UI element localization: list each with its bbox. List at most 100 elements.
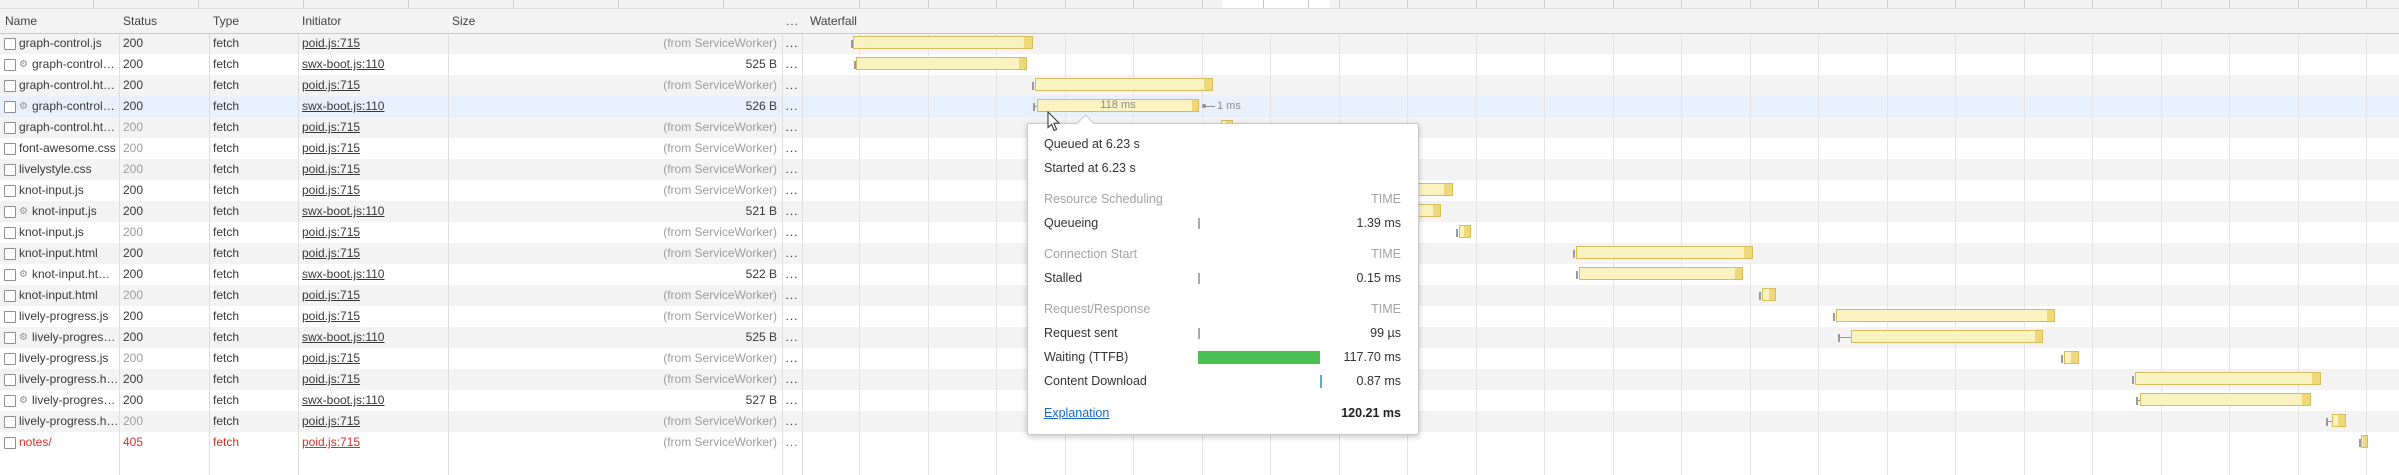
request-name-cell[interactable]: ⚙graph-control… [0, 96, 117, 117]
table-row[interactable]: ⚙graph-control…200fetchswx-boot.js:11052… [0, 54, 2399, 75]
column-header-type[interactable]: Type [213, 9, 239, 33]
initiator-link[interactable]: swx-boot.js:110 [302, 267, 384, 281]
initiator-link[interactable]: poid.js:715 [302, 372, 360, 386]
timing-marker [1198, 375, 1328, 388]
request-name-cell[interactable]: ⚙lively-progres… [0, 327, 117, 348]
waterfall-bar[interactable] [2135, 372, 2321, 385]
initiator-link[interactable]: poid.js:715 [302, 309, 360, 323]
column-header-name[interactable]: Name [5, 9, 37, 33]
row-checkbox[interactable] [4, 101, 16, 113]
row-checkbox[interactable] [4, 122, 16, 134]
row-checkbox[interactable] [4, 437, 16, 449]
table-row[interactable]: notes/405fetchpoid.js:715(from ServiceWo… [0, 432, 2399, 453]
row-checkbox[interactable] [4, 164, 16, 176]
row-checkbox[interactable] [4, 185, 16, 197]
explanation-link[interactable]: Explanation [1044, 400, 1341, 426]
initiator-link[interactable]: poid.js:715 [302, 246, 360, 260]
waterfall-bar[interactable] [2332, 414, 2346, 427]
request-name-cell[interactable]: knot-input.html [0, 285, 117, 306]
row-checkbox[interactable] [4, 353, 16, 365]
bar-start-tick [1573, 250, 1575, 258]
column-header-size[interactable]: Size [452, 9, 475, 33]
request-name-cell[interactable]: font-awesome.css [0, 138, 117, 159]
row-checkbox[interactable] [4, 59, 16, 71]
row-checkbox[interactable] [4, 374, 16, 386]
initiator-link[interactable]: swx-boot.js:110 [302, 204, 384, 218]
waterfall-bar[interactable] [2361, 435, 2368, 448]
waterfall-bar[interactable] [853, 36, 1033, 49]
request-name-cell[interactable]: knot-input.js [0, 222, 117, 243]
row-checkbox[interactable] [4, 332, 16, 344]
initiator-link[interactable]: swx-boot.js:110 [302, 330, 384, 344]
waterfall-bar[interactable] [2064, 351, 2079, 364]
initiator-link[interactable]: swx-boot.js:110 [302, 393, 384, 407]
request-name-cell[interactable]: lively-progress.js [0, 348, 117, 369]
initiator-cell: poid.js:715 [302, 33, 446, 54]
row-checkbox[interactable] [4, 290, 16, 302]
initiator-link[interactable]: poid.js:715 [302, 36, 360, 50]
request-name-cell[interactable]: livelystyle.css [0, 159, 117, 180]
initiator-link[interactable]: poid.js:715 [302, 435, 360, 449]
column-header-status[interactable]: Status [123, 9, 157, 33]
waterfall-bar[interactable] [1576, 246, 1753, 259]
table-row[interactable]: ⚙graph-control…200fetchswx-boot.js:11052… [0, 96, 2399, 117]
waterfall-bar[interactable] [1836, 309, 2055, 322]
column-header-more[interactable]: ... [786, 9, 799, 33]
initiator-link[interactable]: swx-boot.js:110 [302, 57, 384, 71]
waterfall-bar[interactable] [2140, 393, 2311, 406]
row-checkbox[interactable] [4, 38, 16, 50]
row-checkbox[interactable] [4, 143, 16, 155]
request-name-cell[interactable]: lively-progress.h… [0, 411, 117, 432]
waterfall-bar[interactable] [856, 57, 1027, 70]
request-name-cell[interactable]: ⚙lively-progres… [0, 390, 117, 411]
row-checkbox[interactable] [4, 395, 16, 407]
timing-marker [1198, 327, 1328, 340]
size-cell: 521 B [448, 201, 777, 222]
waterfall-bar[interactable] [1035, 78, 1213, 91]
request-name-cell[interactable]: ⚙knot-input.js [0, 201, 117, 222]
row-checkbox[interactable] [4, 248, 16, 260]
initiator-link[interactable]: poid.js:715 [302, 141, 360, 155]
row-checkbox[interactable] [4, 311, 16, 323]
initiator-link[interactable]: poid.js:715 [302, 225, 360, 239]
row-checkbox[interactable] [4, 416, 16, 428]
timing-label: Request sent [1044, 326, 1198, 340]
request-name-cell[interactable]: lively-progress.js [0, 306, 117, 327]
request-name-cell[interactable]: knot-input.js [0, 180, 117, 201]
row-checkbox[interactable] [4, 269, 16, 281]
waterfall-bar-download-segment [1444, 184, 1452, 195]
request-name-cell[interactable]: graph-control.js [0, 33, 117, 54]
initiator-link[interactable]: poid.js:715 [302, 351, 360, 365]
request-name-cell[interactable]: knot-input.html [0, 243, 117, 264]
status-cell: 200 [123, 54, 207, 75]
request-name-cell[interactable]: graph-control.ht… [0, 117, 117, 138]
more-cell: ... [782, 348, 802, 369]
column-header-waterfall[interactable]: Waterfall [810, 9, 857, 33]
initiator-link[interactable]: poid.js:715 [302, 78, 360, 92]
waterfall-bar[interactable] [1762, 288, 1776, 301]
initiator-link[interactable]: swx-boot.js:110 [302, 99, 384, 113]
request-name-cell[interactable]: notes/ [0, 432, 117, 453]
request-name-cell[interactable]: lively-progress.h… [0, 369, 117, 390]
tooltip-section-title: Request/Response [1044, 297, 1371, 321]
request-name-cell[interactable]: ⚙graph-control… [0, 54, 117, 75]
initiator-link[interactable]: poid.js:715 [302, 120, 360, 134]
overview-tick [1818, 0, 1819, 8]
row-checkbox[interactable] [4, 80, 16, 92]
status-cell: 200 [123, 327, 207, 348]
column-header-initiator[interactable]: Initiator [302, 9, 341, 33]
more-cell: ... [782, 180, 802, 201]
request-name-cell[interactable]: graph-control.ht… [0, 75, 117, 96]
table-row[interactable]: graph-control.js200fetchpoid.js:715(from… [0, 33, 2399, 54]
request-name-cell[interactable]: ⚙knot-input.ht… [0, 264, 117, 285]
row-checkbox[interactable] [4, 206, 16, 218]
initiator-link[interactable]: poid.js:715 [302, 162, 360, 176]
waterfall-bar[interactable] [1459, 225, 1471, 238]
waterfall-bar[interactable] [1851, 330, 2043, 343]
waterfall-bar[interactable] [1579, 267, 1743, 280]
table-row[interactable]: graph-control.ht…200fetchpoid.js:715(fro… [0, 75, 2399, 96]
initiator-link[interactable]: poid.js:715 [302, 288, 360, 302]
initiator-link[interactable]: poid.js:715 [302, 183, 360, 197]
row-checkbox[interactable] [4, 227, 16, 239]
initiator-link[interactable]: poid.js:715 [302, 414, 360, 428]
